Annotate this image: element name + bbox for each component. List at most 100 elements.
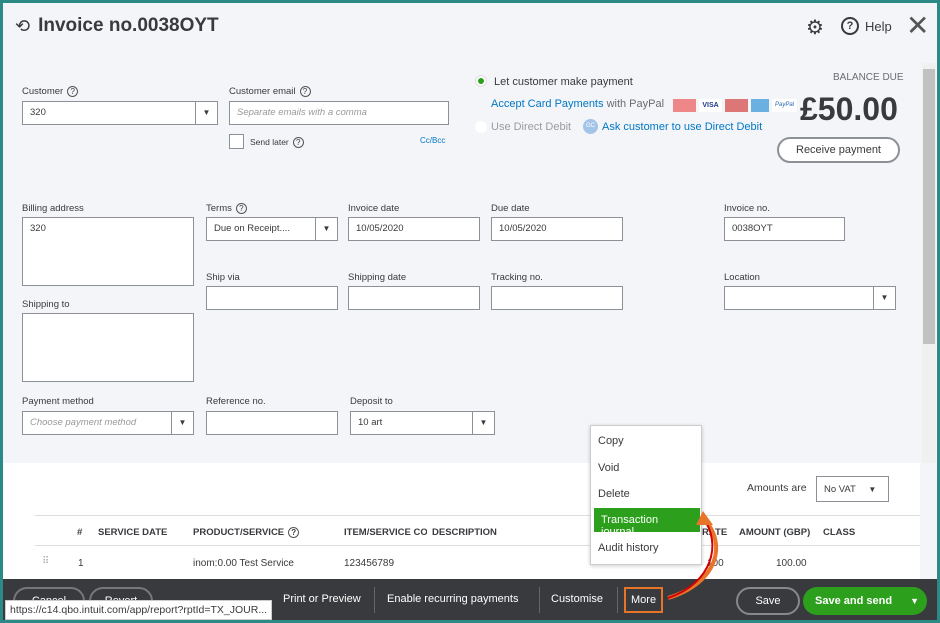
let-customer-pay-radio[interactable] xyxy=(475,75,487,87)
gocardless-icon: GC xyxy=(583,119,598,134)
close-icon[interactable]: ✕ xyxy=(906,9,929,42)
receive-payment-button[interactable]: Receive payment xyxy=(777,137,900,163)
invoice-date-label: Invoice date xyxy=(348,203,400,214)
paypal-logo: PayPal xyxy=(772,99,797,112)
tracking-no-label: Tracking no. xyxy=(491,272,543,283)
col-class: CLASS xyxy=(823,527,856,538)
divider xyxy=(617,587,618,613)
invoice-no-input[interactable]: 0038OYT xyxy=(724,217,845,241)
invoice-no-label: Invoice no. xyxy=(724,203,770,214)
help-icon[interactable]: ? xyxy=(235,203,247,214)
status-bar-url: https://c14.qbo.intuit.com/app/report?rp… xyxy=(5,600,273,620)
help-icon: ? xyxy=(841,17,859,35)
balance-due-amount: £50.00 xyxy=(800,91,898,127)
divider xyxy=(374,587,375,613)
drag-handle-icon[interactable]: ⠿ xyxy=(42,556,49,567)
row-product[interactable]: inom:0.00 Test Service xyxy=(193,558,294,569)
shipping-date-input[interactable] xyxy=(348,286,480,310)
page-title: Invoice no.0038OYT xyxy=(38,15,219,36)
col-description: DESCRIPTION xyxy=(432,527,497,538)
chevron-down-icon[interactable]: ▼ xyxy=(910,587,919,615)
col-product-service: PRODUCT/SERVICE? xyxy=(193,527,300,538)
ask-direct-debit-link[interactable]: Ask customer to use Direct Debit xyxy=(602,121,762,133)
accept-cards-text: Accept Card Payments with PayPal xyxy=(491,98,665,110)
scrollbar-thumb[interactable] xyxy=(923,69,935,344)
scrollbar[interactable] xyxy=(922,63,936,463)
chevron-down-icon: ▼ xyxy=(195,102,217,124)
help-button[interactable]: ? Help xyxy=(841,17,892,35)
tracking-no-input[interactable] xyxy=(491,286,623,310)
customer-email-label: Customer email? xyxy=(229,86,311,97)
settings-gear-icon[interactable]: ⚙ xyxy=(806,15,824,40)
help-label: Help xyxy=(865,18,892,34)
save-and-send-button[interactable]: Save and send ▼ xyxy=(803,587,927,615)
amounts-are-select[interactable]: No VAT ▼ xyxy=(816,476,889,502)
annotation-arrow xyxy=(667,511,719,600)
maestro-logo xyxy=(725,99,748,112)
customise-button[interactable]: Customise xyxy=(551,593,603,605)
billing-address-label: Billing address xyxy=(22,203,84,214)
reference-no-input[interactable] xyxy=(206,411,338,435)
location-label: Location xyxy=(724,272,760,283)
visa-logo: VISA xyxy=(699,99,722,112)
chevron-down-icon: ▼ xyxy=(171,412,193,434)
help-icon[interactable]: ? xyxy=(67,86,79,97)
help-icon[interactable]: ? xyxy=(288,527,300,538)
terms-select[interactable]: Due on Receipt.... ▼ xyxy=(206,217,338,241)
customer-email-input[interactable]: Separate emails with a comma xyxy=(229,101,449,125)
col-item-code: ITEM/SERVICE CO xyxy=(344,527,427,538)
help-icon[interactable]: ? xyxy=(292,137,304,148)
help-icon[interactable]: ? xyxy=(299,86,311,97)
balance-due-label: BALANCE DUE xyxy=(833,72,904,83)
shipping-to-label: Shipping to xyxy=(22,299,70,310)
ship-via-label: Ship via xyxy=(206,272,240,283)
location-select[interactable]: ▼ xyxy=(724,286,896,310)
cc-bcc-link[interactable]: Cc/Bcc xyxy=(420,136,445,145)
row-amount[interactable]: 100.00 xyxy=(776,558,807,569)
recent-transactions-icon[interactable]: ⟲ xyxy=(15,16,30,37)
table-row[interactable]: ⠿ 1 inom:0.00 Test Service 123456789 100… xyxy=(35,546,920,582)
billing-address-input[interactable]: 320 xyxy=(22,217,194,286)
card-logos: VISA PayPal xyxy=(673,99,797,112)
header: ⟲ Invoice no.0038OYT xyxy=(15,15,219,37)
table-top-rule xyxy=(35,515,920,516)
invoice-date-input[interactable]: 10/05/2020 xyxy=(348,217,480,241)
chevron-down-icon: ▼ xyxy=(873,287,895,309)
chevron-down-icon: ▼ xyxy=(315,218,337,240)
col-amount: AMOUNT (GBP) xyxy=(739,527,811,538)
shipping-date-label: Shipping date xyxy=(348,272,407,283)
print-preview-button[interactable]: Print or Preview xyxy=(283,593,361,605)
terms-label: Terms? xyxy=(206,203,247,214)
ship-via-input[interactable] xyxy=(206,286,338,310)
due-date-input[interactable]: 10/05/2020 xyxy=(491,217,623,241)
deposit-to-label: Deposit to xyxy=(350,396,393,407)
amounts-are-label: Amounts are xyxy=(747,482,807,494)
col-number: # xyxy=(77,527,83,538)
chevron-down-icon: ▼ xyxy=(472,412,494,434)
accept-card-payments-link[interactable]: Accept Card Payments xyxy=(491,98,604,110)
payment-method-select[interactable]: Choose payment method ▼ xyxy=(22,411,194,435)
payment-method-label: Payment method xyxy=(22,396,94,407)
send-later-label: Send later? xyxy=(250,137,304,148)
chevron-down-icon: ▼ xyxy=(868,485,877,494)
deposit-to-select[interactable]: 10 art ▼ xyxy=(350,411,495,435)
direct-debit-radio[interactable] xyxy=(475,121,487,133)
divider xyxy=(539,587,540,613)
direct-debit-label: Use Direct Debit xyxy=(491,121,572,133)
col-service-date: SERVICE DATE xyxy=(98,527,168,538)
let-customer-pay-label: Let customer make payment xyxy=(494,76,633,88)
send-later-checkbox[interactable] xyxy=(229,134,244,149)
mastercard-logo xyxy=(673,99,696,112)
menu-item-copy[interactable]: Copy xyxy=(591,429,701,453)
reference-no-label: Reference no. xyxy=(206,396,266,407)
enable-recurring-button[interactable]: Enable recurring payments xyxy=(387,593,518,605)
save-button[interactable]: Save xyxy=(736,587,800,615)
invoice-window: ⟲ Invoice no.0038OYT ⚙ ? Help ✕ Customer… xyxy=(0,0,940,623)
row-item-code[interactable]: 123456789 xyxy=(344,558,394,569)
customer-select[interactable]: 320 ▼ xyxy=(22,101,218,125)
customer-label: Customer? xyxy=(22,86,79,97)
shipping-to-input[interactable] xyxy=(22,313,194,382)
amex-logo xyxy=(751,99,769,112)
menu-item-void[interactable]: Void xyxy=(591,456,701,480)
row-number: 1 xyxy=(78,558,84,569)
